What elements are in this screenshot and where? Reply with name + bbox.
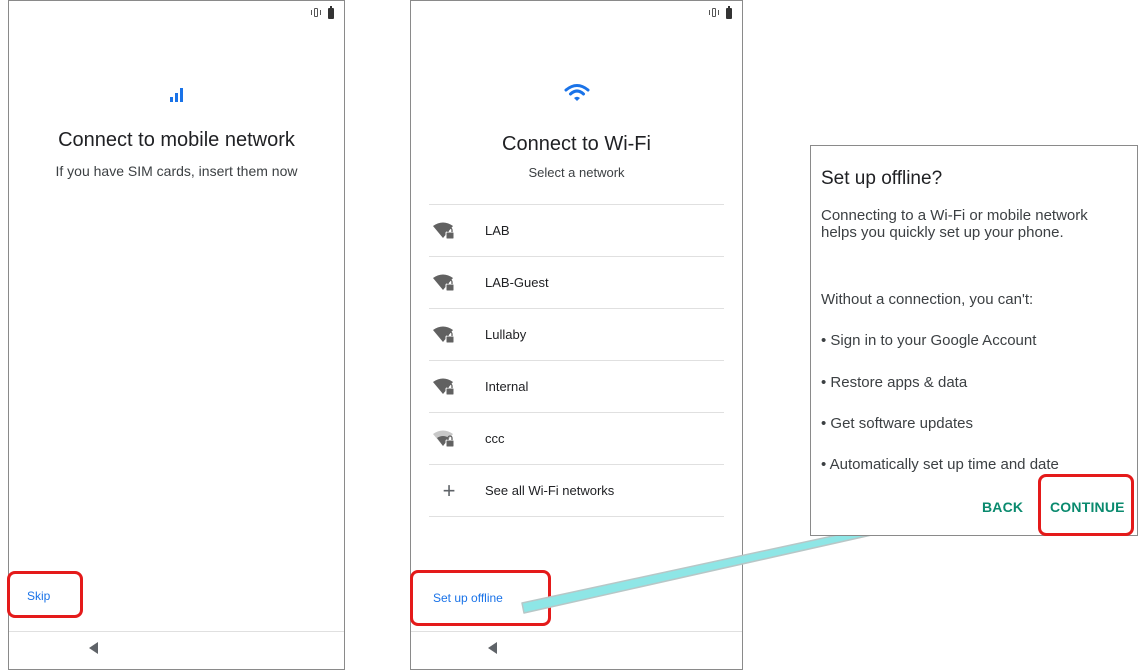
bullet-text: Get software updates <box>830 415 974 432</box>
back-button[interactable]: BACK <box>982 499 1023 515</box>
dialog-bullet: • Automatically set up time and date <box>821 456 1059 473</box>
bullet-text: Restore apps & data <box>830 374 968 391</box>
dialog-without-text: Without a connection, you can't: <box>821 291 1034 308</box>
highlight-continue <box>1038 474 1134 536</box>
dialog-title: Set up offline? <box>821 168 943 189</box>
bullet-text: Sign in to your Google Account <box>830 332 1037 349</box>
dialog-bullet: • Get software updates <box>821 415 974 432</box>
dialog-bullet: • Restore apps & data <box>821 374 968 391</box>
dialog-body: Connecting to a Wi-Fi or mobile network … <box>821 207 1088 241</box>
dialog-bullet: • Sign in to your Google Account <box>821 332 1037 349</box>
bullet-text: Automatically set up time and date <box>829 456 1059 473</box>
